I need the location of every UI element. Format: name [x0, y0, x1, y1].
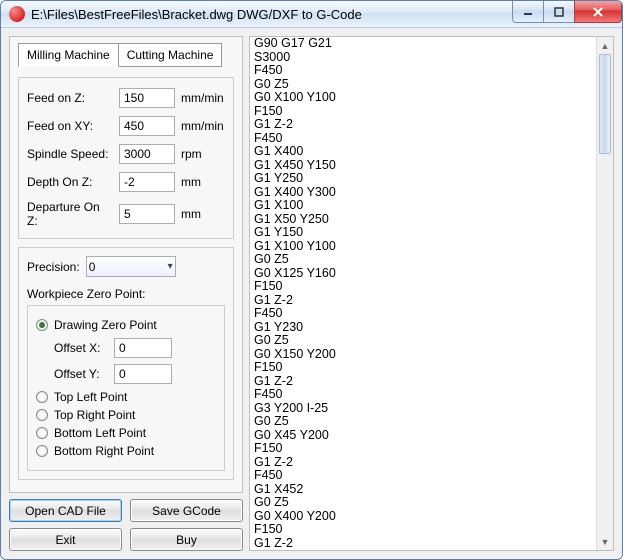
precision-row: Precision: 0 [27, 256, 225, 277]
minimize-button[interactable] [512, 1, 544, 23]
button-row-2: Exit Buy [9, 528, 243, 551]
radio-icon [36, 427, 48, 439]
precision-box: Precision: 0 Workpiece Zero Point: Drawi… [18, 247, 234, 480]
field-feed-xy: Feed on XY: mm/min [27, 116, 225, 136]
buy-button[interactable]: Buy [130, 528, 243, 551]
tab-milling[interactable]: Milling Machine [18, 43, 119, 67]
vertical-scrollbar[interactable]: ▲ ▼ [596, 37, 613, 550]
field-depth-z: Depth On Z: mm [27, 172, 225, 192]
close-icon [592, 6, 604, 18]
precision-label: Precision: [27, 260, 80, 274]
spindle-label: Spindle Speed: [27, 147, 113, 161]
gcode-output: G90 G17 G21 S3000 F450 G0 Z5 G0 X100 Y10… [249, 36, 614, 551]
radio-top-left[interactable]: Top Left Point [36, 390, 216, 404]
radio-icon [36, 409, 48, 421]
feed-z-input[interactable] [119, 88, 175, 108]
close-button[interactable] [574, 1, 622, 23]
radio-bottom-right[interactable]: Bottom Right Point [36, 444, 216, 458]
offset-x-input[interactable] [114, 338, 172, 358]
offset-x-row: Offset X: [54, 338, 216, 358]
machine-tabs: Milling Machine Cutting Machine [18, 43, 234, 67]
spindle-unit: rpm [181, 147, 202, 161]
parameter-fields: Feed on Z: mm/min Feed on XY: mm/min Spi… [18, 77, 234, 239]
radio-topright-label: Top Right Point [54, 408, 135, 422]
button-row-1: Open CAD File Save GCode [9, 499, 243, 522]
offset-x-label: Offset X: [54, 341, 108, 355]
minimize-icon [523, 7, 533, 17]
feed-xy-label: Feed on XY: [27, 119, 113, 133]
tab-cutting[interactable]: Cutting Machine [118, 43, 223, 67]
maximize-button[interactable] [543, 1, 575, 23]
maximize-icon [554, 7, 564, 17]
field-feed-z: Feed on Z: mm/min [27, 88, 225, 108]
spindle-input[interactable] [119, 144, 175, 164]
feed-xy-unit: mm/min [181, 119, 224, 133]
field-departure-z: Departure On Z: mm [27, 200, 225, 228]
radio-bottomright-label: Bottom Right Point [54, 444, 154, 458]
scroll-down-icon[interactable]: ▼ [597, 533, 613, 550]
window-title: E:\Files\BestFreeFiles\Bracket.dwg DWG/D… [31, 7, 513, 22]
open-cad-button[interactable]: Open CAD File [9, 499, 122, 522]
field-spindle: Spindle Speed: rpm [27, 144, 225, 164]
right-panel: G90 G17 G21 S3000 F450 G0 Z5 G0 X100 Y10… [249, 36, 614, 551]
depth-z-label: Depth On Z: [27, 175, 113, 189]
radio-top-right[interactable]: Top Right Point [36, 408, 216, 422]
radio-icon [36, 445, 48, 457]
offset-y-label: Offset Y: [54, 367, 108, 381]
feed-z-unit: mm/min [181, 91, 224, 105]
feed-xy-input[interactable] [119, 116, 175, 136]
save-gcode-button[interactable]: Save GCode [130, 499, 243, 522]
depth-z-input[interactable] [119, 172, 175, 192]
radio-drawing-label: Drawing Zero Point [54, 318, 157, 332]
content-area: Milling Machine Cutting Machine Feed on … [1, 28, 622, 559]
left-panel: Milling Machine Cutting Machine Feed on … [9, 36, 243, 551]
scroll-track[interactable] [597, 54, 613, 533]
scroll-thumb[interactable] [599, 54, 611, 154]
radio-icon [36, 319, 48, 331]
window-controls [513, 1, 622, 23]
app-icon [9, 6, 25, 22]
settings-panel: Milling Machine Cutting Machine Feed on … [9, 36, 243, 493]
app-window: E:\Files\BestFreeFiles\Bracket.dwg DWG/D… [0, 0, 623, 560]
departure-z-input[interactable] [119, 204, 175, 224]
scroll-up-icon[interactable]: ▲ [597, 37, 613, 54]
precision-select[interactable]: 0 [86, 256, 176, 277]
workpiece-group: Drawing Zero Point Offset X: Offset Y: [27, 305, 225, 471]
radio-drawing-zero[interactable]: Drawing Zero Point [36, 318, 216, 332]
feed-z-label: Feed on Z: [27, 91, 113, 105]
departure-z-label: Departure On Z: [27, 200, 113, 228]
offset-y-row: Offset Y: [54, 364, 216, 384]
workpiece-title: Workpiece Zero Point: [27, 287, 225, 301]
offset-y-input[interactable] [114, 364, 172, 384]
radio-bottomleft-label: Bottom Left Point [54, 426, 146, 440]
exit-button[interactable]: Exit [9, 528, 122, 551]
gcode-text[interactable]: G90 G17 G21 S3000 F450 G0 Z5 G0 X100 Y10… [254, 37, 596, 550]
precision-value: 0 [89, 260, 96, 274]
radio-bottom-left[interactable]: Bottom Left Point [36, 426, 216, 440]
radio-topleft-label: Top Left Point [54, 390, 127, 404]
depth-z-unit: mm [181, 175, 201, 189]
departure-z-unit: mm [181, 207, 201, 221]
titlebar[interactable]: E:\Files\BestFreeFiles\Bracket.dwg DWG/D… [1, 1, 622, 28]
radio-icon [36, 391, 48, 403]
